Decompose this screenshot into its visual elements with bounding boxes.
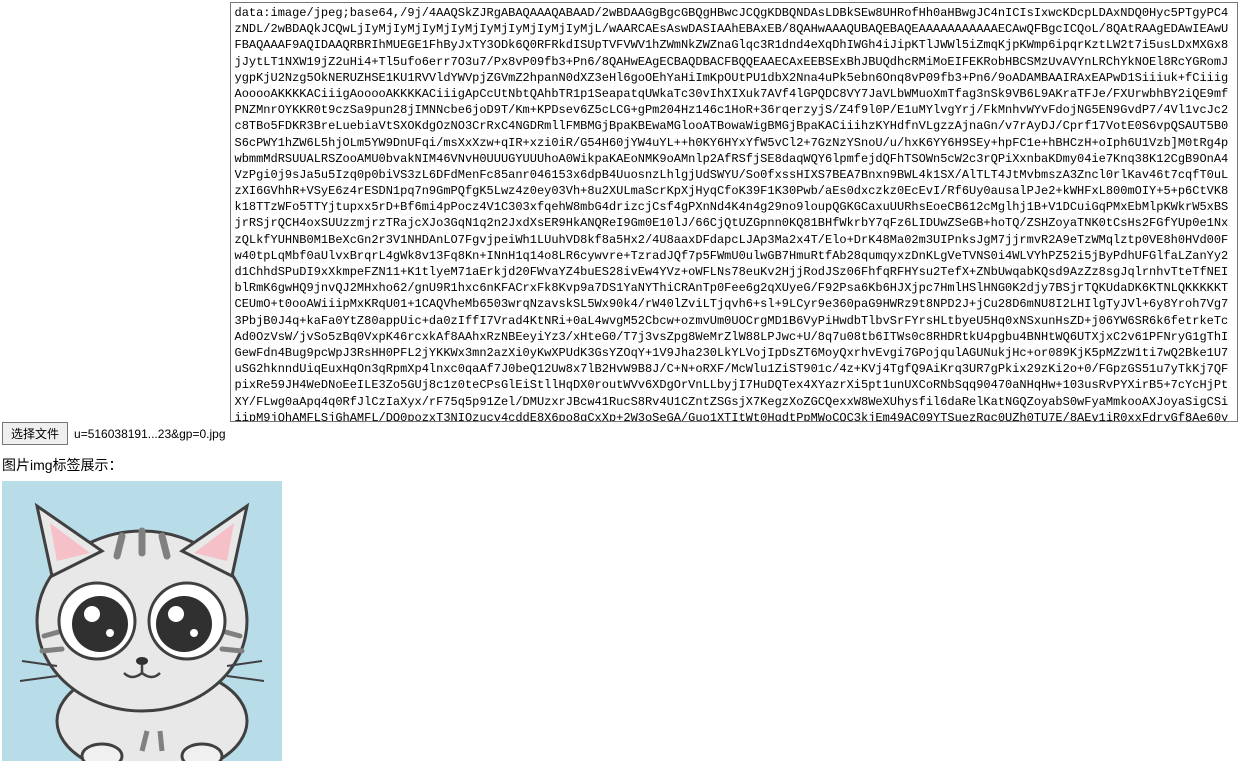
cat-icon xyxy=(2,481,282,761)
image-preview xyxy=(2,481,282,761)
choose-file-button[interactable]: 选择文件 xyxy=(2,422,68,445)
file-input-wrapper: 选择文件 u=516038191...23&gp=0.jpg xyxy=(2,422,226,445)
image-display-label: 图片img标签展示： xyxy=(0,447,1240,479)
base64-textarea[interactable]: data:image/jpeg;base64,/9j/4AAQSkZJRgABA… xyxy=(230,2,1239,422)
selected-file-name: u=516038191...23&gp=0.jpg xyxy=(74,427,225,441)
